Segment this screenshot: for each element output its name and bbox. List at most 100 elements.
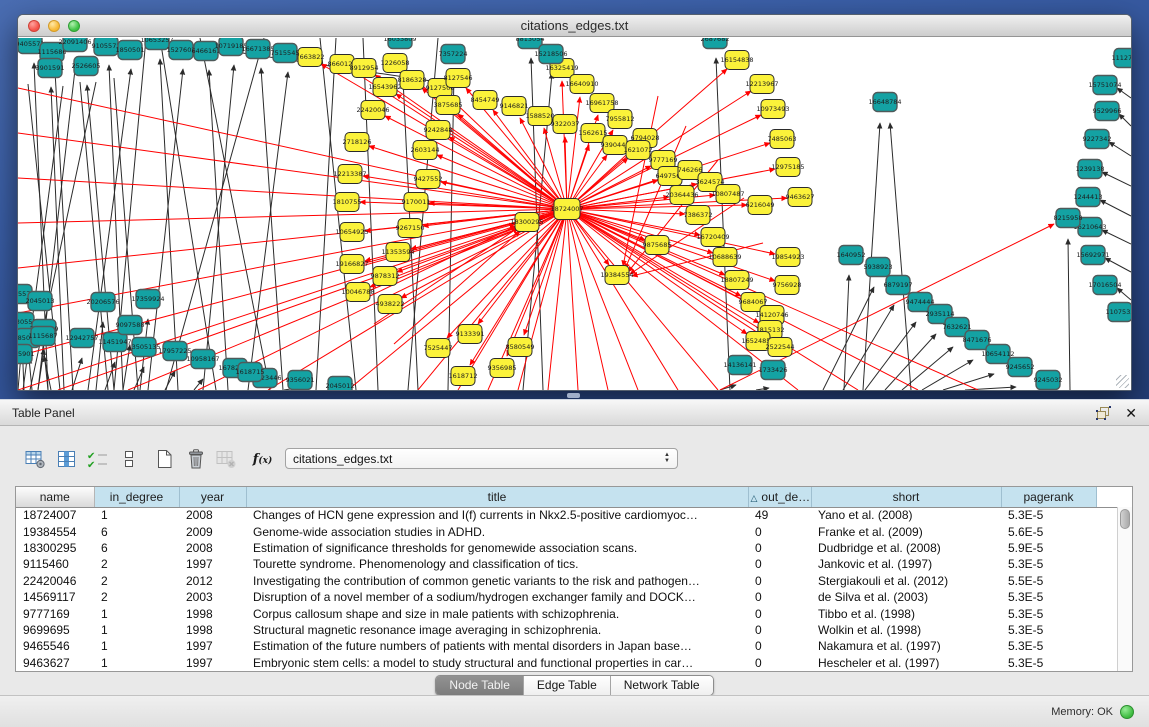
delete-entries-button[interactable]	[180, 446, 211, 473]
table-row[interactable]: 1872400712008Changes of HCN gene express…	[16, 507, 1117, 523]
graph-node[interactable]: 2045013	[26, 292, 55, 311]
graph-node[interactable]: 9242848	[424, 121, 453, 140]
graph-node[interactable]: 1239138	[1076, 160, 1105, 179]
graph-node[interactable]: 7386372	[684, 206, 713, 225]
graph-node[interactable]: 4938222	[376, 295, 405, 314]
table-selector-dropdown[interactable]: citations_edges.txt ▲▼	[285, 448, 678, 469]
graph-node[interactable]: 1107533	[1106, 303, 1131, 322]
table-row[interactable]: 946554611997Estimation of the future num…	[16, 638, 1117, 654]
tab-node-table[interactable]: Node Table	[436, 676, 523, 695]
graph-node[interactable]: 9245652	[1006, 358, 1035, 377]
graph-node[interactable]: 12213967	[745, 75, 778, 94]
graph-node[interactable]: 3915901	[18, 345, 34, 364]
graph-node[interactable]: 1640952	[837, 246, 866, 265]
graph-node[interactable]: 9875685	[643, 236, 672, 255]
column-header-name[interactable]: name	[16, 487, 94, 507]
graph-node[interactable]: 2687682	[701, 38, 730, 49]
graph-node[interactable]: 12975185	[771, 158, 804, 177]
window-titlebar[interactable]: citations_edges.txt	[18, 15, 1131, 37]
graph-node[interactable]: 9245032	[1034, 371, 1063, 390]
graph-node[interactable]: 9356985	[488, 359, 517, 378]
graph-node[interactable]: 9427552	[414, 170, 443, 189]
graph-node[interactable]: 9097588	[116, 316, 145, 335]
graph-node[interactable]: 2522544	[766, 338, 795, 357]
graph-node[interactable]: 17359924	[131, 290, 164, 309]
graph-node[interactable]: 20364436	[665, 186, 698, 205]
graph-node[interactable]: 22420046	[356, 101, 389, 120]
graph-node[interactable]: 9529966	[1093, 102, 1122, 121]
graph-node[interactable]: 16648784	[868, 93, 901, 112]
close-button[interactable]	[28, 20, 40, 32]
graph-node[interactable]: 2718126	[343, 133, 372, 152]
graph-node[interactable]: 9170011	[402, 193, 431, 212]
column-header-title[interactable]: title	[246, 487, 748, 507]
graph-node[interactable]: 18807249	[720, 271, 753, 290]
graph-node[interactable]: 10958167	[186, 350, 219, 369]
graph-node[interactable]: 15751074	[1088, 76, 1121, 95]
graph-node[interactable]: 6879197	[884, 276, 913, 295]
graph-node[interactable]: 10807487	[711, 185, 744, 204]
graph-node[interactable]: 1244413	[1074, 188, 1103, 207]
table-row[interactable]: 977716911998Corpus callosum shape and si…	[16, 605, 1117, 621]
graph-node[interactable]: 2526605	[72, 57, 101, 76]
tab-network-table[interactable]: Network Table	[610, 676, 713, 695]
graph-node[interactable]: 9267150	[396, 219, 425, 238]
column-header-short[interactable]: short	[811, 487, 1001, 507]
tab-edge-table[interactable]: Edge Table	[523, 676, 610, 695]
network-graph[interactable]: 1872400722420046271812612213387181075510…	[18, 38, 1131, 390]
graph-node[interactable]: 13505135	[127, 338, 160, 357]
graph-node[interactable]: 9133391	[456, 325, 485, 344]
splitter-handle[interactable]	[567, 393, 580, 398]
graph-node[interactable]: 1810755	[333, 193, 362, 212]
graph-node[interactable]: 7515545	[271, 44, 300, 63]
graph-node[interactable]: 7663822	[296, 48, 325, 67]
graph-node[interactable]: 2603144	[411, 141, 440, 160]
resize-grip-icon[interactable]	[1116, 375, 1129, 388]
table-row[interactable]: 946362711997Embryonic stem cells: a mode…	[16, 655, 1117, 671]
column-header-pagerank[interactable]: pagerank	[1001, 487, 1096, 507]
graph-node[interactable]: 6216049	[746, 196, 775, 215]
row-height-button[interactable]	[113, 446, 144, 473]
graph-node[interactable]: 7955812	[606, 110, 635, 129]
table-row[interactable]: 2242004622012Investigating the contribut…	[16, 573, 1117, 589]
table-settings-button[interactable]	[20, 446, 51, 473]
graph-node[interactable]: 10973493	[756, 100, 789, 119]
scrollbar-thumb[interactable]	[1120, 509, 1130, 529]
graph-node[interactable]: 9227342	[1083, 130, 1112, 149]
graph-node[interactable]: 8580549	[506, 338, 535, 357]
graph-node[interactable]: 19384554	[600, 266, 633, 285]
graph-node[interactable]: 15692971	[1076, 246, 1109, 265]
table-row[interactable]: 969969511998Structural magnetic resonanc…	[16, 622, 1117, 638]
graph-node[interactable]: 9756928	[773, 276, 802, 295]
graph-node[interactable]: 12942757	[65, 329, 98, 348]
column-header-year[interactable]: year	[179, 487, 246, 507]
graph-node[interactable]: 19854923	[771, 248, 804, 267]
graph-node[interactable]: 9878312	[371, 267, 400, 286]
minimize-button[interactable]	[48, 20, 60, 32]
graph-node[interactable]: 7357224	[439, 45, 468, 64]
graph-node[interactable]: 16033809	[383, 38, 416, 49]
graph-node[interactable]: 7485063	[768, 130, 797, 149]
close-panel-icon[interactable]: ✕	[1125, 406, 1137, 420]
graph-node[interactable]: 14136141	[723, 356, 756, 375]
graph-node[interactable]: 8186328	[398, 71, 427, 90]
graph-node[interactable]: 10046788	[341, 283, 374, 302]
graph-node[interactable]: 1733426	[759, 361, 788, 380]
table-row[interactable]: 1938455462009Genome-wide association stu…	[16, 523, 1117, 539]
graph-node[interactable]: 9356021	[286, 371, 315, 390]
graph-node[interactable]: 16640910	[565, 75, 598, 94]
selection-mode-button[interactable]: ✔ ✔	[82, 446, 113, 473]
graph-node[interactable]: 16154838	[720, 51, 753, 70]
graph-node[interactable]: 15218506	[534, 45, 567, 64]
graph-node[interactable]: 11353594	[381, 243, 414, 262]
function-builder-button[interactable]: f(x)	[247, 446, 278, 473]
table-row[interactable]: 1456911722003Disruption of a novel membe…	[16, 589, 1117, 605]
graph-node[interactable]: 1115687	[29, 327, 58, 346]
new-table-button[interactable]	[149, 446, 180, 473]
graph-node[interactable]: 5938923	[864, 258, 893, 277]
graph-node[interactable]: 22091406	[58, 38, 91, 52]
column-header-in_degree[interactable]: in_degree	[94, 487, 179, 507]
graph-node[interactable]: 1226058	[381, 54, 410, 73]
column-header-out_de[interactable]: △out_de…	[748, 487, 811, 507]
graph-node[interactable]: 2045012	[326, 377, 355, 391]
